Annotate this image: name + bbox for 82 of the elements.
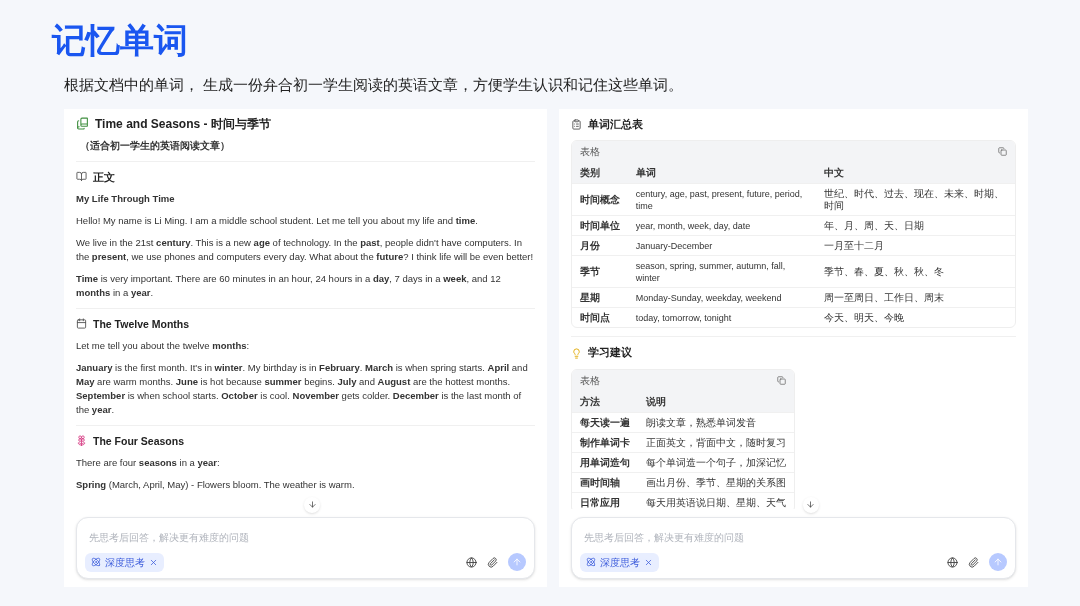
table-cell: 画出月份、季节、星期的关系图	[637, 472, 794, 493]
table-cell: 一月至十二月	[816, 235, 1015, 256]
clipboard-icon	[570, 118, 582, 130]
table-cell: 每个单词造一个句子，加深记忆	[637, 452, 794, 473]
table-cell: 月份	[571, 235, 628, 256]
section-heading: The Four Seasons	[93, 433, 185, 448]
book-icon	[76, 171, 87, 182]
article-paragraph: Hello! My name is Li Ming. I am a middle school student. Let me tell you about my life and time.	[76, 213, 479, 228]
table-cell: 日常应用	[571, 492, 638, 509]
table-cell: 季节	[571, 255, 628, 288]
lightbulb-icon	[570, 347, 582, 359]
article-title: My Life Through Time	[76, 191, 175, 206]
deep-think-chip[interactable]: 深度思考	[85, 552, 164, 572]
send-button[interactable]	[989, 553, 1007, 571]
books-icon	[76, 117, 89, 130]
table-cell: today, tomorrow, tonight	[627, 307, 817, 328]
article-heading: Time and Seasons - 时间与季节	[95, 116, 271, 131]
slide-title: 记忆单词	[52, 20, 188, 61]
table-cell: century, age, past, present, future, period, time	[627, 183, 817, 216]
article-subheading: （适合初一学生的英语阅读文章）	[80, 138, 230, 153]
section-heading: 正文	[93, 169, 115, 184]
article-paragraph: Spring (March, April, May) - Flowers bloom. The weather is warm.	[76, 477, 356, 492]
column-header: 中文	[816, 162, 1015, 184]
article-paragraph: There are four seasons in a year:	[76, 455, 221, 470]
copy-icon[interactable]	[776, 376, 786, 385]
slide-subtitle: 根据文档中的单词， 生成一份弁合初一学生阅读的英语文章，方便学生认识和记住这些单词。	[64, 75, 684, 95]
table-caption: 表格	[579, 374, 600, 388]
scroll-down-button[interactable]	[802, 496, 819, 513]
table-cell: 每天读一遍	[571, 412, 638, 433]
column-header: 方法	[571, 391, 638, 413]
table-cell: 今天、明天、今晚	[816, 307, 1015, 328]
arrow-up-icon	[511, 557, 522, 567]
atom-icon	[585, 557, 596, 567]
table-caption: 表格	[579, 145, 600, 160]
close-icon	[149, 557, 158, 567]
table-cell: year, month, week, day, date	[627, 215, 817, 236]
section-heading: 单词汇总表	[587, 116, 643, 132]
chat-input-box[interactable]: 先思考后回答，解决更有难度的问题 深度思考	[76, 516, 535, 579]
article-paragraph: Time is very important. There are 60 minutes in an hour, 24 hours in a day, 7 days in a week, and 12 months in a year.	[76, 271, 502, 300]
table-cell: 周一至周日、工作日、周末	[816, 287, 1015, 308]
paperclip-icon[interactable]	[486, 556, 498, 568]
table-cell: 时间点	[571, 307, 628, 328]
column-header: 类别	[571, 162, 628, 184]
article-paragraph: We live in the 21st century. This is a new age of technology. In the past, people didn't have computers. In the present, we use phones and computers every day. What about the future? I think life will be even better!	[76, 235, 535, 264]
table-cell: 世纪、时代、过去、现在、未来、时期、时间	[816, 183, 1015, 216]
article-paragraph: Let me tell you about the twelve months:	[76, 338, 251, 353]
chat-input-field[interactable]: 先思考后回答，解决更有难度的问题	[85, 525, 526, 549]
table-cell: 年、月、周、天、日期	[816, 215, 1015, 236]
table-cell: Monday-Sunday, weekday, weekend	[627, 287, 817, 308]
table-cell: 画时间轴	[571, 472, 638, 493]
table-cell: 时间概念	[571, 183, 628, 216]
paperclip-icon[interactable]	[968, 556, 979, 568]
arrow-up-icon	[993, 557, 1003, 567]
table-cell: 星期	[571, 287, 628, 308]
chat-input-field[interactable]: 先思考后回答，解决更有难度的问题	[579, 525, 1007, 549]
flower-icon	[76, 435, 87, 446]
article-paragraph: January is the first month. It's in winter. My birthday is in February. March is when spring starts. April and May are warm months. June is hot because summer begins. July and August are the hottest months. September is when school starts. October is cool. November gets colder. December is the last month of the year.	[76, 360, 529, 417]
section-heading: The Twelve Months	[93, 316, 190, 331]
scroll-down-button[interactable]	[304, 496, 320, 513]
atom-icon	[91, 557, 101, 567]
table-cell: 时间单位	[571, 215, 628, 236]
column-header: 单词	[627, 162, 817, 184]
send-button[interactable]	[507, 553, 526, 571]
copy-icon[interactable]	[998, 147, 1007, 157]
arrow-down-icon	[806, 500, 816, 509]
globe-icon[interactable]	[947, 556, 958, 568]
globe-icon[interactable]	[465, 556, 477, 568]
table-cell: 季节、春、夏、秋、秋、冬	[816, 255, 1015, 288]
chat-input-box[interactable]: 先思考后回答，解决更有难度的问题 深度思考	[570, 516, 1016, 579]
table-cell: 朗读文章，熟悉单词发音	[637, 412, 794, 433]
table-cell: 制作单词卡	[571, 432, 638, 453]
close-icon	[643, 557, 653, 567]
deep-think-chip[interactable]: 深度思考	[579, 552, 659, 572]
table-cell: January-December	[627, 235, 817, 256]
section-heading: 学习建议	[587, 345, 632, 361]
calendar-icon	[76, 318, 87, 329]
table-cell: season, spring, summer, autumn, fall, winter	[627, 255, 817, 288]
table-cell: 每天用英语说日期、星期、天气	[637, 492, 794, 509]
arrow-down-icon	[307, 500, 317, 509]
table-cell: 用单词造句	[571, 452, 638, 473]
table-cell: 正面英文，背面中文，随时复习	[637, 432, 794, 453]
column-header: 说明	[637, 391, 794, 413]
